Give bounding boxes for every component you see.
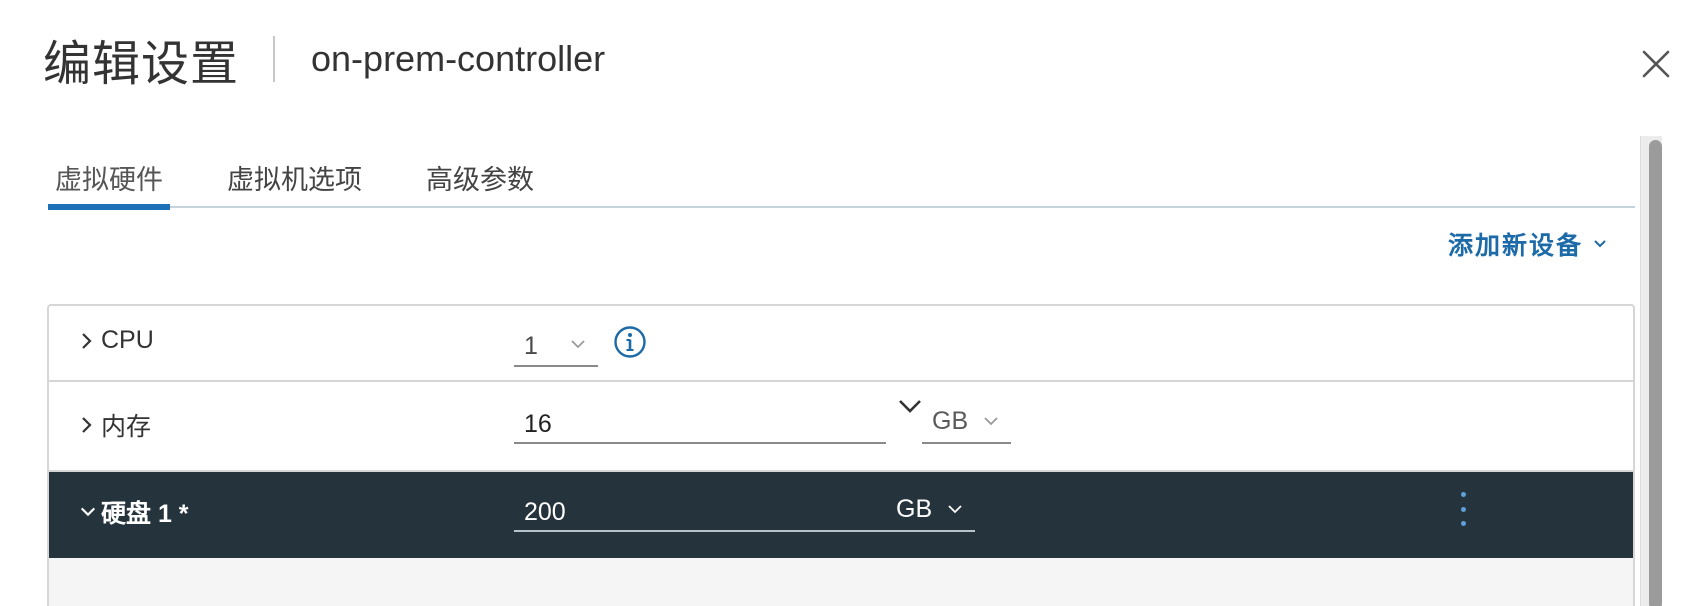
hardware-list: CPU 1 内存 16 GB 硬盘 1 * 200 GB: [47, 304, 1635, 606]
tab-bar: 虚拟硬件 虚拟机选项 高级参数: [48, 150, 1635, 210]
dialog-subtitle: on-prem-controller: [311, 38, 606, 79]
scrollbar-thumb[interactable]: [1649, 140, 1662, 606]
disk-unit-value: GB: [896, 494, 933, 523]
cpu-row-toggle[interactable]: CPU: [79, 326, 154, 355]
chevron-down-icon: [1593, 239, 1607, 249]
tab-label: 虚拟硬件: [55, 165, 163, 195]
disk-size-input[interactable]: [514, 488, 886, 532]
memory-size-input[interactable]: [514, 400, 886, 444]
add-new-device-button[interactable]: 添加新设备: [1448, 226, 1607, 262]
chevron-down-icon: [570, 339, 586, 349]
tab-label: 虚拟机选项: [227, 165, 362, 195]
chevron-down-icon: [79, 505, 97, 519]
chevron-right-icon: [79, 415, 97, 435]
disk-unit-select[interactable]: GB: [886, 488, 975, 532]
disk-details-panel: [49, 558, 1633, 606]
edit-settings-dialog: 编辑设置 on-prem-controller 虚拟硬件 虚拟机选项 高级参数 …: [0, 0, 1706, 606]
chevron-down-icon: [899, 400, 921, 413]
memory-stepper[interactable]: [897, 398, 923, 418]
dialog-header: 编辑设置 on-prem-controller: [43, 30, 606, 91]
info-icon[interactable]: [613, 325, 647, 359]
title-divider: [273, 36, 276, 82]
memory-unit-select[interactable]: GB: [922, 400, 1011, 444]
chevron-right-icon: [79, 331, 97, 351]
tab-label: 高级参数: [426, 165, 534, 195]
cpu-label: CPU: [101, 326, 154, 354]
cpu-count-select[interactable]: 1: [514, 323, 598, 367]
dialog-title: 编辑设置: [43, 38, 240, 91]
more-vertical-icon[interactable]: [1449, 492, 1477, 526]
chevron-down-icon: [983, 416, 999, 426]
memory-row-toggle[interactable]: 内存: [79, 407, 151, 443]
memory-label: 内存: [101, 413, 152, 441]
hardware-row-disk: 硬盘 1 * GB: [49, 472, 1633, 558]
add-new-device-label: 添加新设备: [1448, 232, 1584, 260]
hardware-row-memory: 内存 GB: [49, 382, 1633, 472]
tab-vm-options[interactable]: 虚拟机选项: [227, 150, 362, 208]
disk-label: 硬盘 1 *: [101, 500, 189, 528]
close-button[interactable]: [1636, 44, 1676, 84]
memory-unit-value: GB: [932, 406, 969, 435]
chevron-down-icon: [947, 504, 963, 514]
tab-advanced-parameters[interactable]: 高级参数: [426, 150, 534, 208]
close-icon: [1642, 50, 1670, 78]
hardware-row-cpu: CPU 1: [49, 306, 1633, 382]
tab-virtual-hardware[interactable]: 虚拟硬件: [48, 150, 170, 210]
disk-row-toggle[interactable]: 硬盘 1 *: [79, 494, 189, 530]
cpu-count-value: 1: [524, 331, 538, 360]
